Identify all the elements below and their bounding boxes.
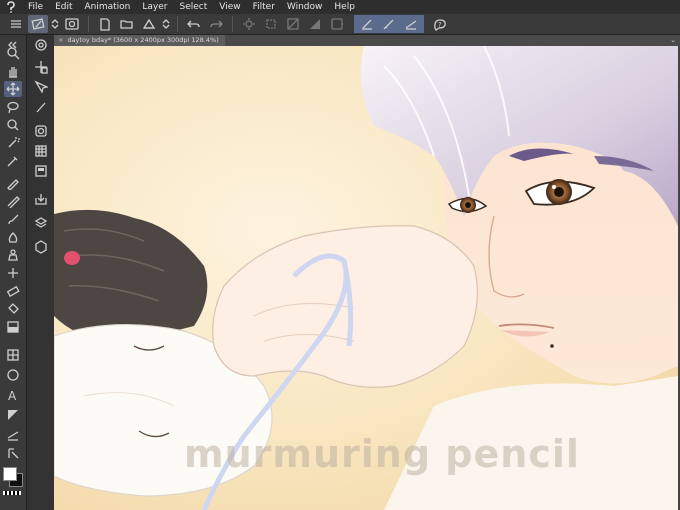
magic-wand-icon[interactable] xyxy=(4,135,22,151)
document-tab-bar: × daytoy bday* (3600 x 2400px 300dpi 128.… xyxy=(54,35,680,46)
operation-icon[interactable] xyxy=(4,445,22,461)
menu-view[interactable]: View xyxy=(213,0,246,14)
hamburger-icon[interactable] xyxy=(6,15,26,33)
open-file-icon[interactable] xyxy=(117,15,137,33)
sub-tool-palette xyxy=(27,35,55,510)
rotate-canvas-icon[interactable] xyxy=(28,15,48,33)
layer-palette-icon[interactable] xyxy=(32,123,50,139)
layer-brush-icon[interactable] xyxy=(32,99,50,115)
transform-layer-icon[interactable] xyxy=(32,59,50,75)
object-select-icon[interactable] xyxy=(32,79,50,95)
drawing-canvas[interactable]: murmuring pencil xyxy=(54,46,678,510)
chevron-updown-icon[interactable] xyxy=(50,15,60,33)
transform-icon[interactable] xyxy=(239,15,259,33)
menu-filter[interactable]: Filter xyxy=(247,0,281,14)
layer-stack-icon[interactable] xyxy=(32,215,50,231)
document-tab[interactable]: × daytoy bday* (3600 x 2400px 300dpi 128.… xyxy=(54,35,225,46)
line-correction-icon[interactable] xyxy=(4,427,22,443)
tool-shortcut-group xyxy=(354,15,424,33)
document-tab-label: daytoy bday* (3600 x 2400px 300dpi 128.4… xyxy=(67,36,219,44)
frame-border-icon[interactable] xyxy=(4,347,22,363)
question-icon[interactable]: ? xyxy=(430,15,450,33)
hand-icon[interactable] xyxy=(4,63,22,79)
fill-bucket-icon[interactable] xyxy=(4,301,22,317)
zoom-icon[interactable] xyxy=(4,45,22,61)
pen-tool-icon[interactable] xyxy=(357,15,377,33)
blend-icon[interactable] xyxy=(4,247,22,263)
toolbar-divider xyxy=(232,16,233,32)
clip-studio-logo-icon[interactable] xyxy=(0,0,22,14)
airbrush-icon[interactable] xyxy=(4,229,22,245)
watermark-text: murmuring pencil xyxy=(184,432,580,476)
view-settings-icon[interactable] xyxy=(62,15,82,33)
chevron-down-icon[interactable]: ⌄ xyxy=(670,35,676,46)
navigator-icon[interactable] xyxy=(32,37,50,53)
menu-bar: File Edit Animation Layer Select View Fi… xyxy=(0,0,680,14)
text-icon[interactable]: A xyxy=(4,387,22,403)
menu-help[interactable]: Help xyxy=(328,0,361,14)
brush-icon[interactable] xyxy=(4,211,22,227)
lasso-icon[interactable] xyxy=(4,99,22,115)
redo-icon[interactable] xyxy=(206,15,226,33)
menu-select[interactable]: Select xyxy=(173,0,213,14)
toolbar-divider xyxy=(88,16,89,32)
menu-window[interactable]: Window xyxy=(281,0,329,14)
pencil-icon[interactable] xyxy=(4,193,22,209)
brush-tool-icon[interactable] xyxy=(379,15,399,33)
save-icon[interactable] xyxy=(139,15,159,33)
ruler-tool-icon[interactable] xyxy=(401,15,421,33)
menu-animation[interactable]: Animation xyxy=(79,0,137,14)
menu-layer[interactable]: Layer xyxy=(136,0,173,14)
panel-icon[interactable] xyxy=(32,163,50,179)
close-tab-icon[interactable]: × xyxy=(58,36,63,44)
sparkle-icon[interactable] xyxy=(4,265,22,281)
pen-icon[interactable] xyxy=(4,175,22,191)
eraser-icon[interactable] xyxy=(305,15,325,33)
figure-circle-icon[interactable] xyxy=(4,367,22,383)
gradient-icon[interactable] xyxy=(4,319,22,335)
crop-icon[interactable] xyxy=(261,15,281,33)
eraser-icon[interactable] xyxy=(4,283,22,299)
fill-icon[interactable] xyxy=(283,15,303,33)
balloon-icon[interactable] xyxy=(4,407,22,423)
tool-palette: A xyxy=(0,35,27,510)
import-icon[interactable] xyxy=(32,191,50,207)
svg-text:?: ? xyxy=(438,21,442,29)
undo-icon[interactable] xyxy=(184,15,204,33)
transparent-color-icon[interactable] xyxy=(3,491,21,495)
material-icon[interactable] xyxy=(32,239,50,255)
select-pen-icon[interactable] xyxy=(4,117,22,133)
grid-icon[interactable] xyxy=(32,143,50,159)
foreground-color-swatch[interactable] xyxy=(3,467,17,481)
svg-text:A: A xyxy=(8,389,17,402)
command-bar: ? xyxy=(0,14,680,35)
move-icon[interactable] xyxy=(4,81,22,97)
eyedropper-icon[interactable] xyxy=(4,153,22,169)
chevron-updown-icon[interactable] xyxy=(161,15,171,33)
new-file-icon[interactable] xyxy=(95,15,115,33)
menu-file[interactable]: File xyxy=(22,0,49,14)
menu-edit[interactable]: Edit xyxy=(49,0,78,14)
eraser-icon[interactable] xyxy=(327,15,347,33)
toolbar-divider xyxy=(177,16,178,32)
